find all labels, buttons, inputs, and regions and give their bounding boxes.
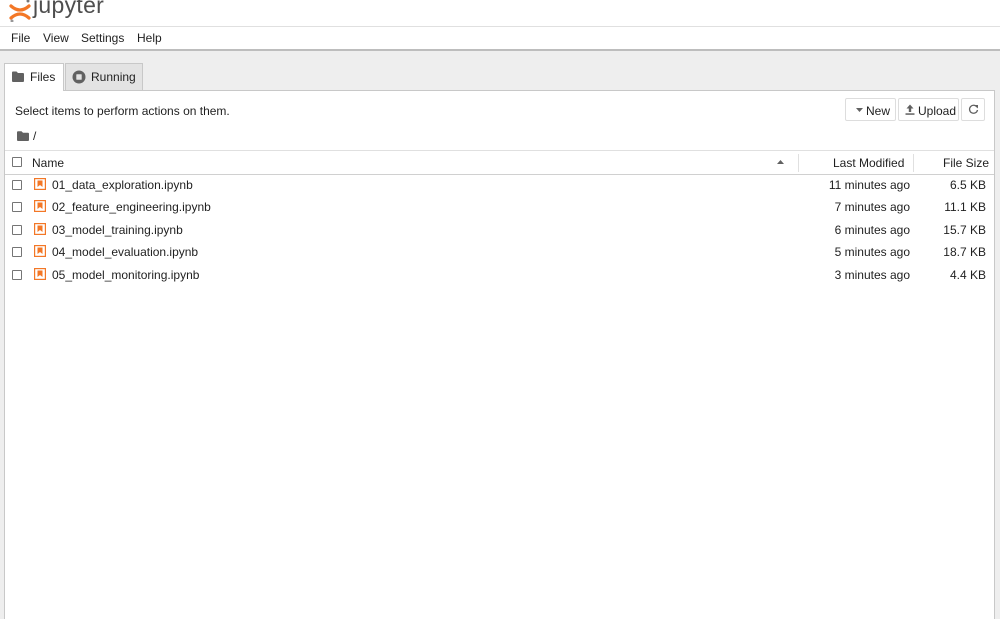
upload-button[interactable]: Upload: [898, 98, 959, 121]
upload-button-label: Upload: [918, 104, 957, 118]
upload-icon: [905, 104, 915, 115]
file-name[interactable]: 02_feature_engineering.ipynb: [52, 200, 211, 214]
tab-running-label: Running: [91, 70, 136, 84]
file-last-modified: 7 minutes ago: [834, 200, 910, 214]
selection-hint: Select items to perform actions on them.: [15, 104, 230, 118]
file-size: 15.7 KB: [943, 223, 986, 237]
refresh-icon: [968, 104, 979, 114]
menu-bar: File View Settings Help: [0, 27, 1000, 51]
row-checkbox[interactable]: [12, 225, 22, 235]
table-row[interactable]: 02_feature_engineering.ipynb 7 minutes a…: [5, 196, 994, 218]
column-header-last-modified[interactable]: Last Modified: [833, 156, 904, 170]
caret-down-icon: [856, 108, 863, 112]
new-button[interactable]: New: [845, 98, 896, 121]
new-button-label: New: [866, 104, 891, 118]
file-size: 11.1 KB: [944, 200, 986, 214]
table-header: Name Last Modified File Size: [5, 150, 994, 175]
logo-bar: jupyter: [0, 0, 1000, 27]
refresh-button[interactable]: [961, 98, 985, 121]
tab-files[interactable]: Files: [4, 63, 64, 91]
file-size: 18.7 KB: [943, 245, 986, 259]
file-browser-panel: Select items to perform actions on them.…: [4, 90, 995, 619]
file-size: 4.4 KB: [949, 268, 986, 282]
notebook-icon: [34, 200, 46, 212]
breadcrumb-separator: /: [33, 129, 37, 143]
file-last-modified: 3 minutes ago: [834, 268, 910, 282]
file-name[interactable]: 04_model_evaluation.ipynb: [52, 245, 198, 259]
notebook-icon: [34, 178, 46, 190]
column-header-name[interactable]: Name: [32, 156, 64, 170]
column-header-file-size[interactable]: File Size: [943, 156, 989, 170]
row-checkbox[interactable]: [12, 247, 22, 257]
table-row[interactable]: 01_data_exploration.ipynb 11 minutes ago…: [5, 174, 994, 196]
notebook-icon: [34, 245, 46, 257]
notebook-icon: [34, 223, 46, 235]
notebook-icon: [34, 268, 46, 280]
stop-circle-icon: [72, 70, 86, 84]
file-name[interactable]: 03_model_training.ipynb: [52, 223, 183, 237]
tab-running[interactable]: Running: [65, 63, 143, 90]
file-last-modified: 11 minutes ago: [828, 178, 910, 192]
row-checkbox[interactable]: [12, 202, 22, 212]
file-name[interactable]: 05_model_monitoring.ipynb: [52, 268, 199, 282]
jupyter-logo-icon: [9, 0, 31, 22]
sort-ascending-icon[interactable]: [777, 160, 784, 164]
menu-file[interactable]: File: [11, 31, 30, 45]
file-last-modified: 6 minutes ago: [834, 223, 910, 237]
menu-view[interactable]: View: [43, 31, 69, 45]
table-row[interactable]: 03_model_training.ipynb 6 minutes ago 15…: [5, 219, 994, 241]
table-row[interactable]: 05_model_monitoring.ipynb 3 minutes ago …: [5, 264, 994, 286]
tab-files-label: Files: [30, 70, 56, 84]
table-row[interactable]: 04_model_evaluation.ipynb 5 minutes ago …: [5, 241, 994, 263]
file-last-modified: 5 minutes ago: [834, 245, 910, 259]
file-size: 6.5 KB: [949, 178, 986, 192]
column-divider[interactable]: [913, 154, 914, 172]
select-all-checkbox[interactable]: [12, 157, 22, 167]
breadcrumb-home-icon[interactable]: [17, 131, 29, 141]
column-divider[interactable]: [798, 154, 799, 172]
logo-text: jupyter: [33, 0, 105, 18]
menu-help[interactable]: Help: [137, 31, 162, 45]
row-checkbox[interactable]: [12, 270, 22, 280]
folder-icon: [12, 71, 24, 82]
row-checkbox[interactable]: [12, 180, 22, 190]
menu-settings[interactable]: Settings: [81, 31, 124, 45]
file-name[interactable]: 01_data_exploration.ipynb: [52, 178, 193, 192]
